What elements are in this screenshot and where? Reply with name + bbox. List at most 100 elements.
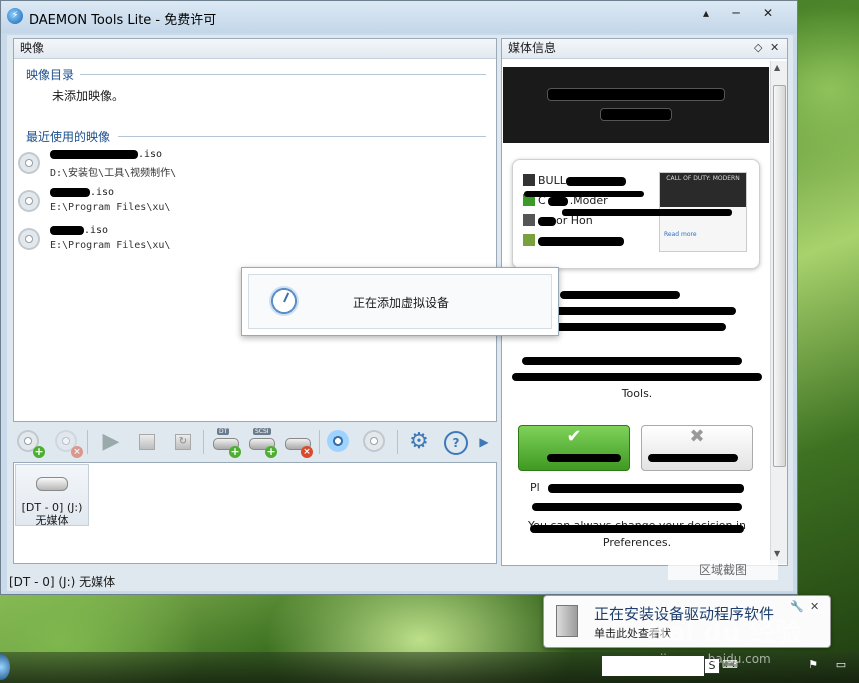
- screenshot-title: CALL OF DUTY: MODERN: [660, 173, 746, 207]
- game-entry: BULL: [523, 174, 626, 187]
- window-title: DAEMON Tools Lite - 免费许可: [29, 13, 217, 28]
- recent-image-path: D:\安装包\工具\视频制作\: [50, 168, 177, 179]
- catalog-title: 映像目录: [26, 68, 75, 82]
- toolbar-separator: [397, 430, 398, 454]
- promo-headline: [503, 107, 769, 121]
- disc-image-icon: [18, 152, 40, 174]
- toolbar-separator: [203, 430, 204, 454]
- play-icon: ▶: [102, 429, 120, 454]
- drive-media-status: 无媒体: [35, 514, 69, 527]
- game-icon: [523, 234, 535, 246]
- media-info-header: 媒体信息: [502, 39, 787, 59]
- redaction-mark: [532, 503, 742, 511]
- unmount-button[interactable]: [133, 428, 161, 456]
- flag-icon[interactable]: ⚑: [806, 658, 820, 672]
- close-panel-icon[interactable]: ✕: [770, 41, 779, 54]
- daemon-tools-app-icon: ⚡: [7, 8, 23, 24]
- disc-image-icon: [18, 228, 40, 250]
- baidu-watermark: Bai du 经验: [648, 618, 802, 648]
- recent-title: 最近使用的映像: [26, 130, 111, 144]
- remove-drive-button[interactable]: ×: [283, 428, 313, 458]
- mount-button[interactable]: ▶: [97, 428, 125, 456]
- cross-icon: ✖: [689, 426, 705, 447]
- game-entry: [523, 234, 624, 247]
- catalog-empty-text: 未添加映像。: [52, 89, 125, 103]
- recent-image-item[interactable]: .iso D:\安装包\工具\视频制作\: [18, 149, 478, 185]
- media-info-text: Preferences.: [602, 536, 672, 549]
- scroll-thumb[interactable]: [773, 85, 786, 467]
- promo-headline: [503, 87, 769, 101]
- main-toolbar: + × ▶ ↻ DT + SCSI + × ⚙ ? ▶: [13, 424, 497, 460]
- burn-disc-icon: [327, 430, 349, 452]
- write-disc-button[interactable]: [325, 428, 353, 456]
- baidu-watermark-url: jingyan.baidu.com: [660, 652, 771, 666]
- start-orb-icon[interactable]: [0, 654, 10, 680]
- close-button[interactable]: ✕: [755, 5, 781, 23]
- recent-image-name: .iso: [50, 187, 114, 198]
- progress-dialog: 正在添加虚拟设备: [241, 267, 559, 336]
- recent-image-name: .iso: [50, 149, 162, 160]
- recent-image-path: E:\Program Files\xu\: [50, 202, 171, 213]
- create-image-button[interactable]: [361, 428, 389, 456]
- redaction-mark: [546, 323, 726, 331]
- recent-image-path: E:\Program Files\xu\: [50, 240, 171, 251]
- add-dt-drive-button[interactable]: DT +: [211, 428, 241, 458]
- read-more-link[interactable]: Read more: [664, 231, 697, 238]
- accept-button[interactable]: ✔: [518, 425, 630, 471]
- more-tools-arrow[interactable]: ▶: [475, 428, 493, 456]
- media-info-text: Pl: [530, 479, 787, 496]
- redaction-mark: [560, 291, 680, 299]
- game-icon: [523, 174, 535, 186]
- media-info-text: Tools.: [621, 387, 653, 400]
- add-scsi-drive-button[interactable]: SCSI +: [247, 428, 277, 458]
- scroll-down-arrow-icon[interactable]: ▼: [774, 549, 780, 558]
- decline-button[interactable]: ✖: [641, 425, 753, 471]
- device-icon: [556, 605, 578, 637]
- virtual-drive-icon: [36, 477, 68, 491]
- region-capture-hint[interactable]: 区域截图: [668, 560, 778, 580]
- redaction-mark: [512, 373, 762, 381]
- catalog-divider: [80, 74, 486, 75]
- show-desktop-icon[interactable]: ▭: [834, 658, 848, 672]
- title-bar[interactable]: ⚡ DAEMON Tools Lite - 免费许可 ▴ ─ ✕: [1, 1, 797, 33]
- recent-image-name: .iso: [50, 225, 108, 236]
- media-info-scrollbar[interactable]: ▲ ▼: [770, 61, 787, 564]
- collapse-button[interactable]: ▴: [693, 5, 719, 23]
- gear-icon: ⚙: [409, 429, 429, 454]
- recent-divider: [118, 136, 486, 137]
- redaction-mark: [547, 454, 621, 462]
- virtual-drive-tile[interactable]: [DT - 0] (J:) 无媒体: [15, 464, 89, 527]
- recent-image-item[interactable]: .iso E:\Program Files\xu\: [18, 225, 478, 261]
- redaction-mark: [648, 454, 738, 462]
- detach-panel-icon[interactable]: ◇: [754, 41, 762, 54]
- devices-panel: [DT - 0] (J:) 无媒体: [13, 462, 497, 564]
- scroll-up-arrow-icon[interactable]: ▲: [774, 63, 780, 72]
- help-button[interactable]: ?: [441, 428, 469, 456]
- disc-image-icon: [18, 190, 40, 212]
- redaction-mark: [562, 209, 732, 216]
- promo-banner: [503, 67, 769, 143]
- redaction-mark: [522, 357, 742, 365]
- stop-icon: [139, 434, 155, 450]
- redaction-mark: [524, 191, 644, 197]
- checkmark-icon: ✔: [566, 426, 582, 447]
- preferences-button[interactable]: ⚙: [405, 428, 433, 456]
- recent-image-item[interactable]: .iso E:\Program Files\xu\: [18, 187, 478, 223]
- add-image-button[interactable]: +: [15, 428, 45, 458]
- grab-disc-icon: [363, 430, 385, 452]
- game-icon: [523, 214, 535, 226]
- progress-message: 正在添加虚拟设备: [353, 296, 450, 310]
- help-icon: ?: [444, 431, 468, 455]
- images-panel: 映像 映像目录 未添加映像。 最近使用的映像 .iso D:\安装包\工具\视频…: [13, 38, 497, 422]
- remount-button[interactable]: ↻: [169, 428, 197, 456]
- scsi-tag: SCSI: [253, 428, 271, 435]
- minimize-button[interactable]: ─: [723, 5, 749, 23]
- dt-tag: DT: [217, 428, 230, 435]
- remove-image-button[interactable]: ×: [53, 428, 83, 458]
- toolbar-separator: [87, 430, 88, 454]
- redaction-mark: [546, 307, 736, 315]
- toolbar-separator: [319, 430, 320, 454]
- redaction-mark: [530, 525, 744, 533]
- progress-dialog-body: 正在添加虚拟设备: [248, 274, 552, 329]
- close-notification-icon[interactable]: ✕: [810, 600, 819, 613]
